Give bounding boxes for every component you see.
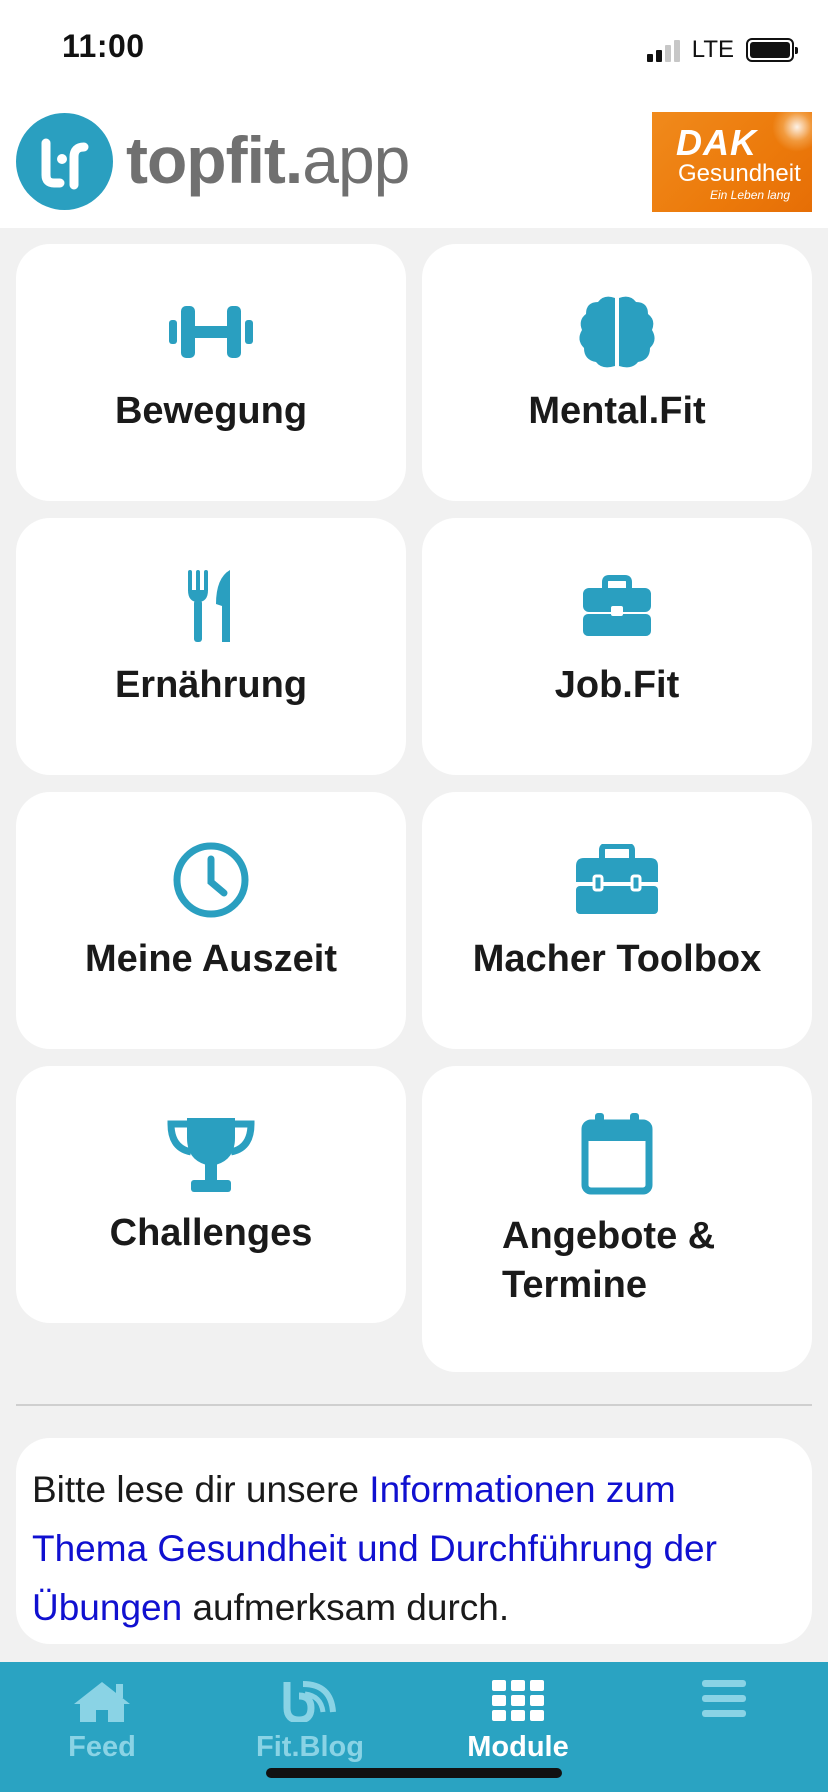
grid-icon bbox=[492, 1680, 544, 1727]
info-suffix: aufmerksam durch. bbox=[182, 1587, 510, 1628]
status-time: 11:00 bbox=[62, 28, 145, 64]
tile-label: Mental.Fit bbox=[528, 390, 706, 432]
status-indicators: LTE bbox=[646, 36, 798, 64]
tile-label: Bewegung bbox=[114, 390, 308, 432]
status-bar: 11:00 LTE bbox=[0, 0, 828, 100]
tile-challenges[interactable]: Challenges bbox=[16, 1066, 406, 1323]
tile-meine-auszeit[interactable]: Meine Auszeit bbox=[16, 792, 406, 1049]
info-prefix: Bitte lese dir unsere bbox=[32, 1469, 370, 1510]
tile-angebote-termine[interactable]: Angebote & Termine bbox=[422, 1066, 812, 1372]
app-header: topfit.app DAK Gesundheit Ein Leben lang bbox=[0, 100, 828, 228]
logo-light-text: app bbox=[302, 123, 410, 197]
partner-logo-name: DAK bbox=[676, 122, 757, 163]
partner-logo[interactable]: DAK Gesundheit Ein Leben lang bbox=[652, 112, 812, 212]
utensils-icon bbox=[188, 566, 234, 646]
info-card: Bitte lese dir unsere Informationen zum … bbox=[16, 1438, 812, 1644]
tile-ernaehrung[interactable]: Ernährung bbox=[16, 518, 406, 775]
tab-module[interactable]: Module bbox=[428, 1680, 608, 1764]
divider bbox=[16, 1404, 812, 1406]
tab-fit-blog[interactable]: Fit.Blog bbox=[220, 1680, 400, 1764]
tab-menu[interactable] bbox=[634, 1680, 814, 1727]
tile-label: Challenges bbox=[109, 1212, 313, 1254]
tile-bewegung[interactable]: Bewegung bbox=[16, 244, 406, 501]
tab-label: Feed bbox=[68, 1731, 136, 1763]
home-icon bbox=[72, 1680, 132, 1727]
blog-icon bbox=[283, 1680, 337, 1727]
partner-logo-sub: Gesundheit bbox=[678, 160, 801, 187]
calendar-icon bbox=[581, 1113, 653, 1195]
tab-label: Fit.Blog bbox=[256, 1731, 364, 1763]
tile-label: Job.Fit bbox=[554, 664, 680, 706]
screen: 11:00 LTE topfit.app DAK Gesundheit Ein … bbox=[0, 0, 828, 1792]
logo-bold-text: topfit. bbox=[126, 123, 303, 197]
menu-icon bbox=[702, 1680, 746, 1723]
signal-icon bbox=[646, 38, 680, 62]
network-type: LTE bbox=[691, 36, 734, 63]
tile-mental-fit[interactable]: Mental.Fit bbox=[422, 244, 812, 501]
topfit-logo-icon bbox=[16, 113, 113, 210]
tile-job-fit[interactable]: Job.Fit bbox=[422, 518, 812, 775]
home-indicator[interactable] bbox=[266, 1768, 562, 1778]
brain-icon bbox=[576, 292, 658, 372]
tab-label: Module bbox=[467, 1731, 569, 1763]
clock-icon bbox=[172, 840, 250, 920]
tile-label: Ernährung bbox=[114, 664, 308, 706]
app-logo-text: topfit.app bbox=[126, 122, 410, 198]
battery-icon bbox=[746, 38, 798, 62]
tile-label: Angebote & Termine bbox=[502, 1215, 716, 1306]
tab-feed[interactable]: Feed bbox=[12, 1680, 192, 1764]
tile-macher-toolbox[interactable]: Macher Toolbox bbox=[422, 792, 812, 1049]
briefcase-icon bbox=[583, 566, 651, 646]
toolbox-icon bbox=[576, 840, 658, 920]
tile-label: Macher Toolbox bbox=[472, 938, 762, 980]
trophy-icon bbox=[165, 1114, 257, 1194]
partner-logo-slogan: Ein Leben lang bbox=[710, 188, 791, 202]
tile-label: Meine Auszeit bbox=[85, 938, 337, 980]
dumbbell-icon bbox=[169, 292, 253, 372]
